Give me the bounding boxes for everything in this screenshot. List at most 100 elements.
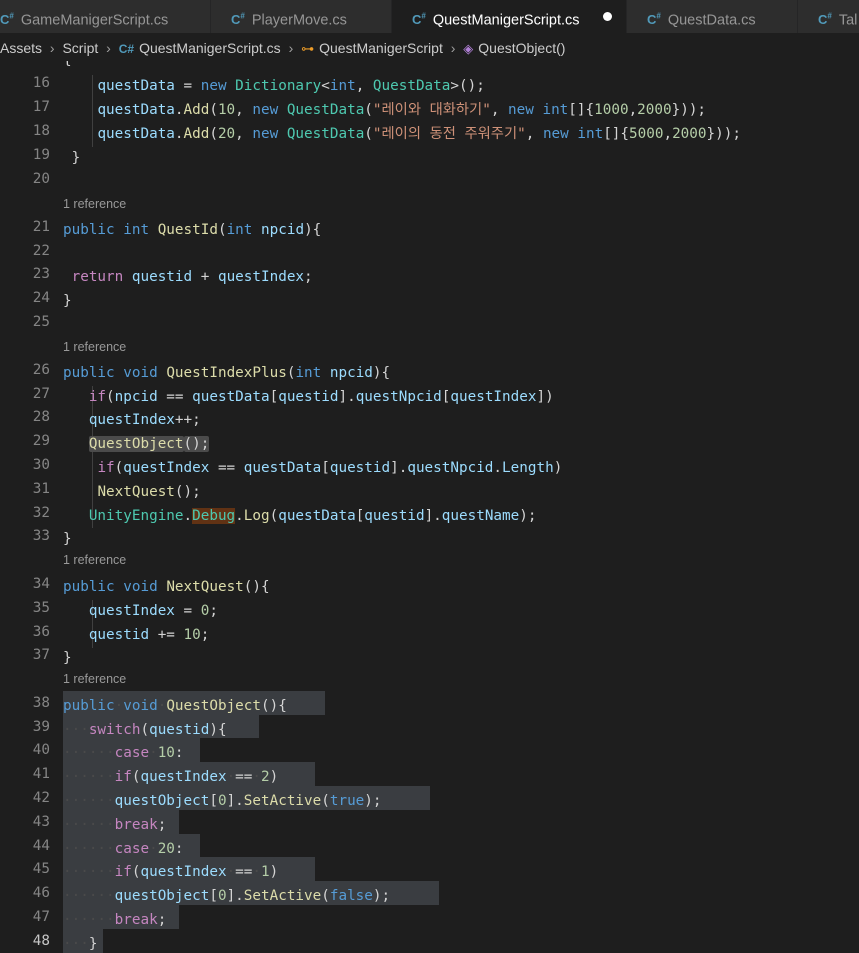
code-area[interactable]: { questData = new Dictionary<int, QuestD… [63, 61, 859, 953]
method-icon: ◈ [463, 41, 474, 56]
line-number: 22 [32, 243, 50, 259]
codelens-reference[interactable]: 1 reference [63, 672, 126, 686]
csharp-icon: C# [818, 12, 832, 28]
code-line: ······if(questIndex·==·1) [63, 864, 279, 880]
codelens-reference[interactable]: 1 reference [63, 197, 126, 211]
line-number: 41 [32, 766, 50, 782]
line-number: 19 [33, 61, 50, 65]
code-line: if(npcid == questData[questid].questNpci… [88, 389, 554, 405]
code-line: } [63, 150, 81, 166]
line-number: 16 [32, 75, 50, 91]
code-line: public·void·QuestObject(){ [63, 698, 287, 714]
tab-questdata[interactable]: C# QuestData.cs [627, 0, 797, 33]
line-number: 43 [32, 814, 50, 830]
csharp-icon: C# [412, 12, 426, 28]
chevron-right-icon: › [49, 40, 55, 56]
code-line: if(questIndex == questData[questid].ques… [97, 460, 563, 476]
line-number: 47 [32, 909, 50, 925]
breadcrumb-class[interactable]: QuestManigerScript [319, 33, 443, 61]
breadcrumb-assets[interactable]: Assets [0, 33, 42, 61]
code-line: public void NextQuest(){ [63, 579, 270, 595]
line-number: 18 [32, 123, 50, 139]
line-number: 46 [32, 885, 50, 901]
code-line: questData.Add(20, new QuestData("레이의 동전 … [97, 126, 741, 142]
codelens-reference[interactable]: 1 reference [63, 340, 126, 354]
code-line: ······questObject[0].SetActive(false); [63, 888, 391, 904]
line-number: 29 [32, 433, 50, 449]
code-line: { [63, 61, 72, 72]
editor-tab-bar: C# GameManigerScript.cs C# PlayerMove.cs C… [0, 0, 859, 33]
code-line: QuestObject(); [88, 436, 210, 452]
code-line: ···} [63, 936, 98, 952]
code-line: public int QuestId(int npcid){ [63, 222, 322, 238]
quest-string-2: "레이의 동전 주워주기" [372, 126, 526, 142]
line-number: 20 [32, 171, 50, 187]
code-line: } [63, 293, 72, 309]
line-number: 40 [32, 742, 50, 758]
class-icon: ⊶ [301, 41, 315, 56]
tab-playermove[interactable]: C# PlayerMove.cs [211, 0, 391, 33]
breadcrumb-file[interactable]: QuestManigerScript.cs [139, 33, 281, 61]
line-number: 26 [32, 362, 50, 378]
code-line: NextQuest(); [97, 484, 201, 500]
codelens-reference[interactable]: 1 reference [63, 553, 126, 567]
line-number: 44 [32, 838, 50, 854]
chevron-right-icon: › [106, 40, 111, 56]
line-number-current: 48 [32, 933, 50, 949]
line-number: 32 [32, 505, 50, 521]
breadcrumb-method[interactable]: QuestObject() [478, 33, 565, 61]
line-number: 36 [32, 624, 50, 640]
code-line: } [63, 650, 72, 666]
code-editor[interactable]: 19 16 17 18 19 20 21 22 23 24 25 26 27 2… [0, 61, 859, 953]
line-number: 17 [32, 99, 50, 115]
code-line: questData = new Dictionary<int, QuestDat… [97, 78, 485, 94]
line-number: 19 [32, 147, 50, 163]
line-number: 33 [32, 528, 50, 544]
unsaved-dot-icon[interactable] [603, 12, 612, 21]
line-number-gutter: 19 16 17 18 19 20 21 22 23 24 25 26 27 2… [0, 61, 50, 953]
tab-label: QuestManigerScript.cs [432, 12, 580, 29]
line-number: 37 [32, 647, 50, 663]
code-line: ······case·10: [63, 745, 184, 761]
csharp-icon: C# [0, 12, 14, 28]
line-number: 24 [32, 290, 50, 306]
chevron-right-icon: › [288, 40, 294, 56]
tab-label: PlayerMove.cs [251, 12, 347, 29]
breadcrumb: Assets › Script › C# QuestManigerScript.c… [0, 33, 859, 61]
code-line: } [63, 531, 72, 547]
quest-string-1: "레이와 대화하기" [372, 102, 491, 118]
line-number: 42 [32, 790, 50, 806]
line-number: 35 [32, 600, 50, 616]
code-line: public void QuestIndexPlus(int npcid){ [63, 365, 391, 381]
line-number: 23 [32, 266, 50, 282]
csharp-icon: C# [118, 42, 135, 56]
code-line: questid += 10; [88, 627, 210, 643]
tab-gamemanigerscript[interactable]: C# GameManigerScript.cs [0, 0, 210, 33]
line-number: 21 [32, 219, 50, 235]
line-number: 45 [32, 861, 50, 877]
csharp-icon: C# [647, 12, 661, 28]
csharp-icon: C# [231, 12, 245, 28]
line-number: 38 [32, 695, 50, 711]
code-line: return questid + questIndex; [71, 269, 313, 285]
code-line: ······break; [63, 912, 167, 928]
code-line: questIndex++; [88, 412, 201, 428]
breadcrumb-script[interactable]: Script [62, 33, 98, 61]
tab-label: QuestData.cs [667, 12, 756, 29]
code-line: ······break; [63, 817, 167, 833]
line-number: 39 [32, 719, 50, 735]
tab-label: Tal [838, 12, 858, 29]
line-number: 27 [32, 386, 50, 402]
line-number: 30 [32, 457, 50, 473]
tab-tal[interactable]: C# Tal [798, 0, 859, 33]
tab-label: GameManigerScript.cs [20, 12, 169, 29]
tab-questmanigerscript[interactable]: C# QuestManigerScript.cs [392, 0, 626, 33]
line-number: 31 [32, 481, 50, 497]
code-line: ······questObject[0].SetActive(true); [63, 793, 382, 809]
code-line: UnityEngine.Debug.Log(questData[questid]… [88, 508, 537, 524]
code-line: ······if(questIndex·==·2) [63, 769, 279, 785]
code-line: ······case·20: [63, 841, 184, 857]
code-line: questIndex = 0; [88, 603, 218, 619]
line-number: 28 [32, 409, 50, 425]
code-line: ···switch(questid){ [63, 722, 227, 738]
